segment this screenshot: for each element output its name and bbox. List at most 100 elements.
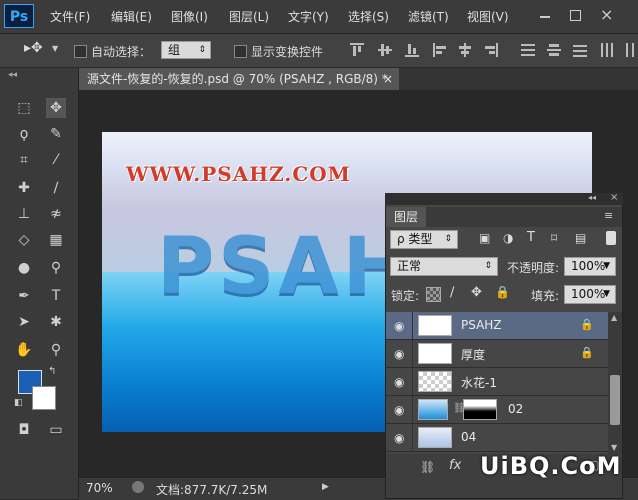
lasso-tool-icon[interactable]: ϙ	[14, 124, 34, 144]
align-vertical-center-icon[interactable]	[378, 43, 392, 57]
link-layers-icon[interactable]: ⛓	[420, 460, 435, 474]
lock-position-icon[interactable]: ✥	[471, 285, 482, 300]
menu-layer[interactable]: 图层(L)	[229, 8, 269, 25]
brush-tool-icon[interactable]: ∕	[46, 178, 66, 198]
align-left-icon[interactable]	[433, 43, 447, 57]
layer-row-02[interactable]: ◉ ⛓ 02	[386, 396, 608, 424]
eye-icon[interactable]: ◉	[394, 375, 404, 389]
zoom-tool-icon[interactable]: ⚲	[46, 340, 66, 360]
distribute-top-icon[interactable]	[521, 43, 535, 57]
eye-icon[interactable]: ◉	[394, 403, 404, 417]
filter-toggle-icon[interactable]	[606, 231, 616, 245]
close-window-icon[interactable]: ×	[600, 5, 613, 24]
filter-adjustment-icon[interactable]: ◑	[503, 231, 513, 245]
healing-brush-tool-icon[interactable]: ✚	[14, 178, 34, 198]
gradient-tool-icon[interactable]: ▦	[46, 230, 66, 250]
move-tool-icon[interactable]: ✥	[46, 98, 66, 118]
layer-filter-dropdown[interactable]: ρ 类型 ⇕	[390, 230, 458, 249]
layer-row-thickness[interactable]: ◉ 厚度 🔒	[386, 340, 608, 368]
align-horizontal-center-icon[interactable]	[458, 43, 472, 57]
clone-stamp-tool-icon[interactable]: ⊥	[14, 204, 34, 224]
status-menu-arrow-icon[interactable]: ▶	[322, 482, 329, 492]
layer-row-04[interactable]: ◉ 04	[386, 424, 608, 452]
distribute-right-icon[interactable]	[623, 43, 637, 57]
lock-all-icon[interactable]: 🔒	[495, 285, 510, 299]
panel-menu-icon[interactable]: ≡	[604, 209, 613, 222]
screen-mode-icon[interactable]: ▭	[46, 420, 66, 440]
fill-field[interactable]: 100% ▼	[564, 285, 616, 304]
scroll-up-icon[interactable]: ▲	[611, 313, 617, 322]
default-colors-icon[interactable]: ◧	[14, 398, 23, 408]
layer-row-splash[interactable]: ◉ 水花-1	[386, 368, 608, 396]
blend-mode-dropdown[interactable]: 正常 ⇕	[390, 257, 498, 276]
crop-tool-icon[interactable]: ⌗	[14, 150, 34, 170]
eyedropper-tool-icon[interactable]: ⁄	[46, 150, 66, 170]
collapse-panel-icon[interactable]: ◂◂	[588, 193, 596, 202]
menu-select[interactable]: 选择(S)	[348, 8, 389, 25]
eraser-tool-icon[interactable]: ◇	[14, 230, 34, 250]
align-top-icon[interactable]	[350, 43, 364, 57]
chevron-down-icon: ▼	[603, 289, 610, 299]
filter-type-icon[interactable]: T	[527, 230, 535, 245]
layer-mask-thumbnail[interactable]	[463, 399, 497, 420]
menu-view[interactable]: 视图(V)	[467, 8, 509, 25]
type-tool-icon[interactable]: T	[46, 286, 66, 306]
menu-filter[interactable]: 滤镜(T)	[408, 8, 449, 25]
maximize-icon[interactable]	[570, 10, 581, 21]
filter-shape-icon[interactable]: ⌑	[551, 231, 557, 245]
zoom-level[interactable]: 70%	[86, 481, 113, 495]
swap-colors-icon[interactable]: ↰	[48, 366, 56, 377]
layer-row-psahz[interactable]: ◉ PSAHZ 🔒	[386, 312, 608, 340]
filter-smart-object-icon[interactable]: ▤	[575, 231, 586, 245]
lock-image-pixels-icon[interactable]: ∕	[450, 285, 454, 300]
custom-shape-tool-icon[interactable]: ✱	[46, 312, 66, 332]
lock-transparent-pixels-icon[interactable]	[426, 287, 441, 302]
show-transform-label: 显示变换控件	[251, 45, 324, 59]
document-tab[interactable]: 源文件-恢复的-恢复的.psd @ 70% (PSAHZ , RGB/8) * …	[79, 68, 399, 90]
canvas-website-text: WWW.PSAHZ.COM	[126, 162, 351, 186]
filter-pixel-icon[interactable]: ▣	[479, 231, 490, 245]
fill-label: 填充:	[531, 289, 560, 303]
pen-tool-icon[interactable]: ✒	[14, 286, 34, 306]
layer-style-fx-icon[interactable]: fx	[449, 458, 461, 473]
tab-layers[interactable]: 图层	[386, 207, 426, 227]
collapse-toolbox-icon[interactable]: ◂◂	[8, 70, 17, 80]
close-tab-icon[interactable]: ×	[383, 68, 393, 90]
menu-image[interactable]: 图像(I)	[171, 8, 208, 25]
eye-icon[interactable]: ◉	[394, 319, 404, 333]
updown-arrow-icon: ⇕	[484, 261, 492, 271]
blur-tool-icon[interactable]: ●	[14, 258, 34, 278]
distribute-left-icon[interactable]	[600, 43, 614, 57]
quick-mask-icon[interactable]: ◘	[14, 420, 34, 440]
distribute-bottom-icon[interactable]	[573, 43, 587, 57]
eye-icon[interactable]: ◉	[394, 347, 404, 361]
show-transform-checkbox[interactable]	[234, 45, 247, 58]
scroll-down-icon[interactable]: ▼	[611, 443, 617, 452]
quick-selection-tool-icon[interactable]: ✎	[46, 124, 66, 144]
history-brush-tool-icon[interactable]: ≉	[46, 204, 66, 224]
marquee-tool-icon[interactable]: ⬚	[14, 98, 34, 118]
menu-file[interactable]: 文件(F)	[50, 8, 90, 25]
minimize-icon[interactable]	[540, 16, 550, 18]
auto-select-dropdown[interactable]: 组 ⇕	[161, 41, 211, 59]
menu-type[interactable]: 文字(Y)	[288, 8, 329, 25]
distribute-center-icon[interactable]	[547, 43, 561, 57]
align-bottom-icon[interactable]	[405, 43, 419, 57]
blend-mode-value: 正常	[397, 259, 422, 273]
move-tool-preset-icon[interactable]: ▸✥	[24, 40, 43, 56]
opacity-field[interactable]: 100% ▼	[564, 257, 616, 276]
dodge-tool-icon[interactable]: ⚲	[46, 258, 66, 278]
watermark-text: UiBQ.CoM	[480, 452, 622, 480]
hand-tool-icon[interactable]: ✋	[14, 340, 34, 360]
path-selection-tool-icon[interactable]: ➤	[14, 312, 34, 332]
close-panel-icon[interactable]: ×	[610, 192, 618, 203]
eye-icon[interactable]: ◉	[394, 431, 404, 445]
document-profile-icon[interactable]	[132, 481, 144, 493]
align-right-icon[interactable]	[484, 43, 498, 57]
auto-select-checkbox[interactable]	[74, 45, 87, 58]
background-color-swatch[interactable]	[32, 386, 56, 410]
menu-edit[interactable]: 编辑(E)	[111, 8, 152, 25]
chevron-down-icon[interactable]: ▼	[52, 44, 58, 53]
layers-scroll-thumb[interactable]	[610, 375, 620, 425]
layer-thumbnail	[418, 315, 452, 336]
